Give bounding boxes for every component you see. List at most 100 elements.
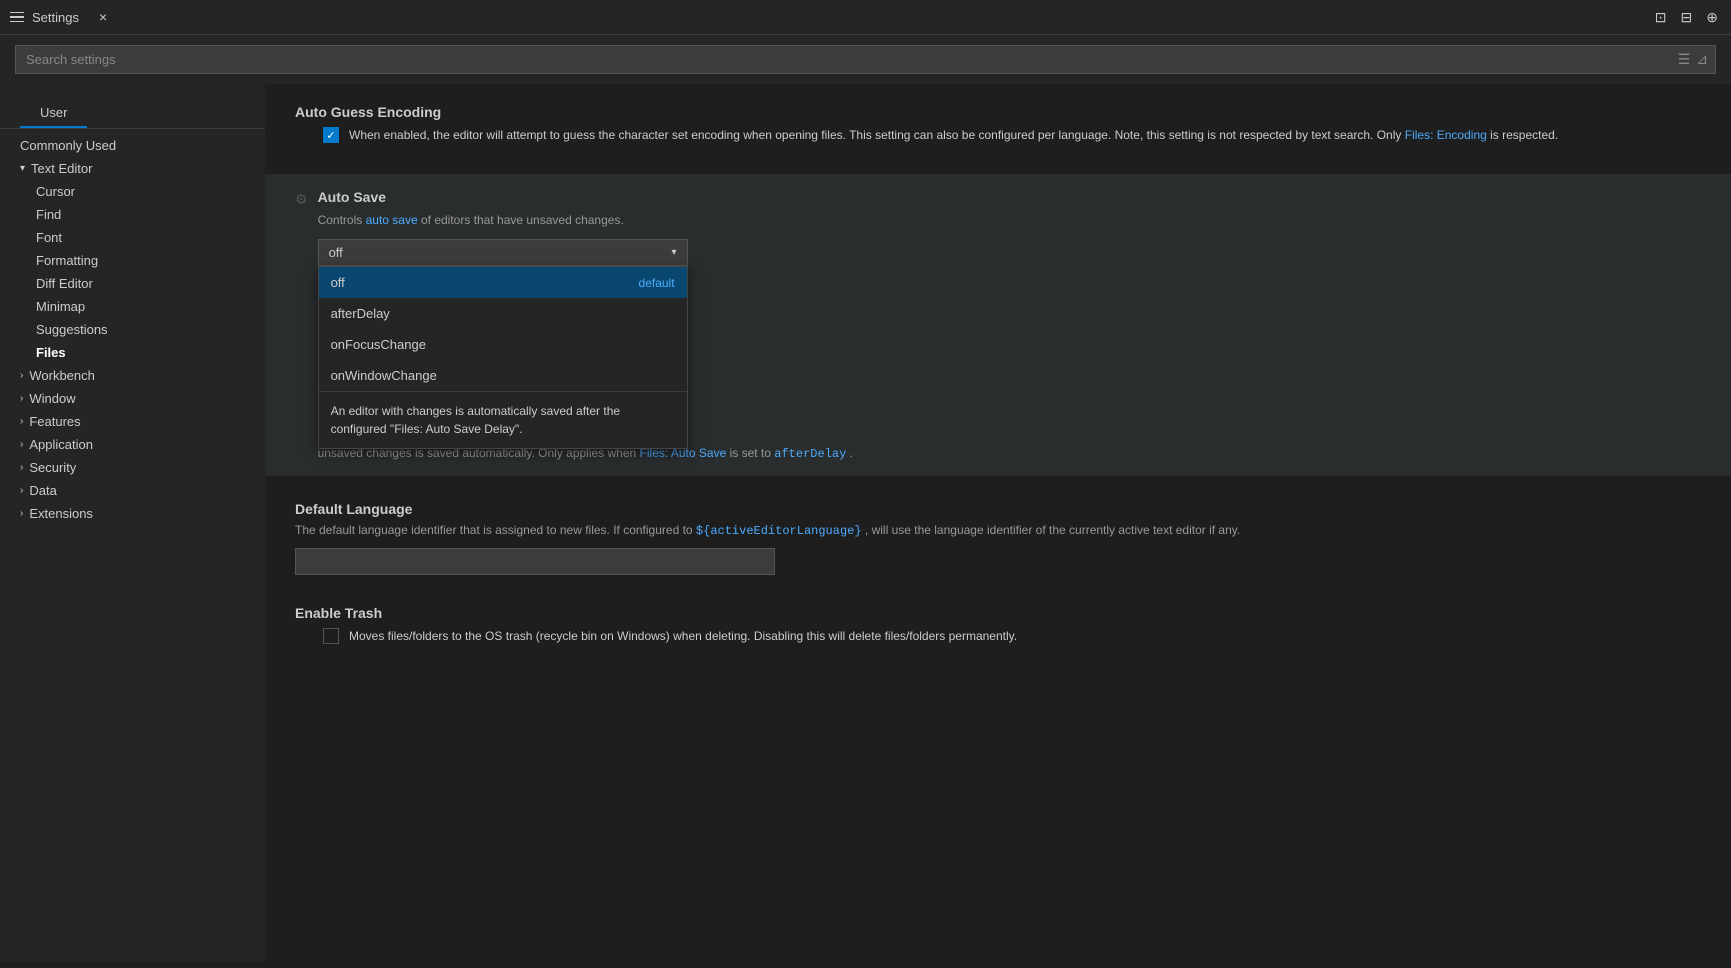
- search-input-wrapper: ☰ ⊿: [15, 45, 1716, 74]
- sidebar: User Commonly Used ▾ Text Editor Cursor …: [0, 84, 265, 962]
- sidebar-item-commonly-used[interactable]: Commonly Used: [0, 134, 265, 157]
- sidebar-item-security[interactable]: › Security: [0, 456, 265, 479]
- filter-icon[interactable]: ⊿: [1696, 51, 1708, 68]
- dropdown-option-off[interactable]: off default: [319, 267, 687, 298]
- auto-save-description: Controls auto save of editors that have …: [318, 211, 1701, 229]
- sidebar-item-formatting[interactable]: Formatting: [0, 249, 265, 272]
- files-encoding-link[interactable]: Files: Encoding: [1405, 128, 1487, 142]
- sidebar-item-features[interactable]: › Features: [0, 410, 265, 433]
- dropdown-tooltip: An editor with changes is automatically …: [319, 391, 687, 448]
- auto-save-section: ⚙ Auto Save Controls auto save of editor…: [265, 174, 1731, 476]
- auto-save-dropdown-wrapper: off ▾ off default afterDelay: [318, 239, 688, 266]
- option-onwindowchange-label: onWindowChange: [331, 368, 437, 383]
- title-bar: Settings × ⊡ ⊟ ⊕: [0, 0, 1731, 35]
- sidebar-item-diff-editor[interactable]: Diff Editor: [0, 272, 265, 295]
- sidebar-item-cursor[interactable]: Cursor: [0, 180, 265, 203]
- diff-editor-label: Diff Editor: [36, 276, 93, 291]
- default-language-section: Default Language The default language id…: [295, 501, 1701, 575]
- auto-save-content: Auto Save Controls auto save of editors …: [318, 189, 1701, 461]
- minimap-label: Minimap: [36, 299, 85, 314]
- find-label: Find: [36, 207, 61, 222]
- window-chevron: ›: [20, 393, 23, 404]
- title-bar-left: Settings ×: [10, 7, 113, 27]
- auto-save-selected-value: off: [329, 245, 343, 260]
- commonly-used-label: Commonly Used: [20, 138, 116, 153]
- user-tab[interactable]: User: [20, 97, 87, 128]
- sidebar-item-text-editor[interactable]: ▾ Text Editor: [0, 157, 265, 180]
- dropdown-option-onfocuschange[interactable]: onFocusChange: [319, 329, 687, 360]
- enable-trash-checkbox[interactable]: [323, 628, 339, 644]
- layout-icon-1[interactable]: ⊡: [1652, 6, 1670, 29]
- auto-guess-encoding-checkbox-row: When enabled, the editor will attempt to…: [295, 126, 1701, 144]
- after-delay-mono: afterDelay: [774, 447, 846, 461]
- formatting-label: Formatting: [36, 253, 98, 268]
- active-editor-language-mono: ${activeEditorLanguage}: [696, 524, 862, 538]
- enable-trash-label: Moves files/folders to the OS trash (rec…: [349, 627, 1017, 645]
- features-label: Features: [29, 414, 80, 429]
- application-chevron: ›: [20, 439, 23, 450]
- default-language-title: Default Language: [295, 501, 1701, 517]
- workbench-label: Workbench: [29, 368, 95, 383]
- extensions-label: Extensions: [29, 506, 93, 521]
- search-input[interactable]: [15, 45, 1716, 74]
- sidebar-item-suggestions[interactable]: Suggestions: [0, 318, 265, 341]
- auto-save-title: Auto Save: [318, 189, 1701, 205]
- suggestions-label: Suggestions: [36, 322, 108, 337]
- enable-trash-checkbox-row: Moves files/folders to the OS trash (rec…: [295, 627, 1701, 645]
- option-afterdelay-label: afterDelay: [331, 306, 390, 321]
- dropdown-option-onwindowchange[interactable]: onWindowChange: [319, 360, 687, 391]
- auto-save-dropdown-menu: off default afterDelay onFocusChange onW…: [318, 266, 688, 449]
- features-chevron: ›: [20, 416, 23, 427]
- font-label: Font: [36, 230, 62, 245]
- auto-save-dropdown-trigger[interactable]: off ▾: [318, 239, 688, 266]
- workbench-chevron: ›: [20, 370, 23, 381]
- auto-save-link[interactable]: auto save: [366, 213, 418, 227]
- sidebar-item-window[interactable]: › Window: [0, 387, 265, 410]
- content-area: Auto Guess Encoding When enabled, the ed…: [265, 84, 1731, 962]
- text-editor-chevron: ▾: [20, 163, 25, 174]
- data-label: Data: [29, 483, 56, 498]
- auto-guess-encoding-label: When enabled, the editor will attempt to…: [349, 126, 1558, 144]
- settings-close-button[interactable]: ×: [93, 7, 113, 27]
- option-onfocuschange-label: onFocusChange: [331, 337, 426, 352]
- layout-icon-2[interactable]: ⊟: [1678, 6, 1696, 29]
- extensions-chevron: ›: [20, 508, 23, 519]
- auto-guess-encoding-title: Auto Guess Encoding: [295, 104, 1701, 120]
- search-bar: ☰ ⊿: [0, 35, 1731, 84]
- settings-title: Settings: [32, 10, 79, 25]
- sidebar-item-files[interactable]: Files: [0, 341, 265, 364]
- default-language-input[interactable]: [295, 548, 775, 575]
- auto-guess-encoding-checkbox[interactable]: [323, 127, 339, 143]
- sidebar-item-data[interactable]: › Data: [0, 479, 265, 502]
- auto-save-gear-icon[interactable]: ⚙: [295, 191, 308, 208]
- cursor-label: Cursor: [36, 184, 75, 199]
- search-icons: ☰ ⊿: [1678, 51, 1708, 68]
- dropdown-arrow-icon: ▾: [672, 247, 677, 258]
- data-chevron: ›: [20, 485, 23, 496]
- option-off-default: default: [639, 276, 675, 290]
- enable-trash-title: Enable Trash: [295, 605, 1701, 621]
- sidebar-item-font[interactable]: Font: [0, 226, 265, 249]
- text-editor-label: Text Editor: [31, 161, 92, 176]
- option-off-label: off: [331, 275, 345, 290]
- main-layout: User Commonly Used ▾ Text Editor Cursor …: [0, 84, 1731, 962]
- dropdown-option-afterdelay[interactable]: afterDelay: [319, 298, 687, 329]
- clear-search-icon[interactable]: ☰: [1678, 51, 1691, 68]
- auto-guess-encoding-section: Auto Guess Encoding When enabled, the ed…: [295, 104, 1701, 144]
- title-bar-right: ⊡ ⊟ ⊕: [1652, 6, 1721, 29]
- security-chevron: ›: [20, 462, 23, 473]
- sidebar-item-workbench[interactable]: › Workbench: [0, 364, 265, 387]
- window-label: Window: [29, 391, 75, 406]
- hamburger-icon[interactable]: [10, 12, 24, 23]
- files-label: Files: [36, 345, 66, 360]
- default-language-description: The default language identifier that is …: [295, 521, 1701, 540]
- security-label: Security: [29, 460, 76, 475]
- sidebar-divider: [0, 128, 265, 129]
- enable-trash-section: Enable Trash Moves files/folders to the …: [295, 605, 1701, 645]
- sidebar-item-application[interactable]: › Application: [0, 433, 265, 456]
- sidebar-item-minimap[interactable]: Minimap: [0, 295, 265, 318]
- sidebar-item-find[interactable]: Find: [0, 203, 265, 226]
- layout-icon-3[interactable]: ⊕: [1703, 6, 1721, 29]
- sidebar-item-extensions[interactable]: › Extensions: [0, 502, 265, 525]
- application-label: Application: [29, 437, 93, 452]
